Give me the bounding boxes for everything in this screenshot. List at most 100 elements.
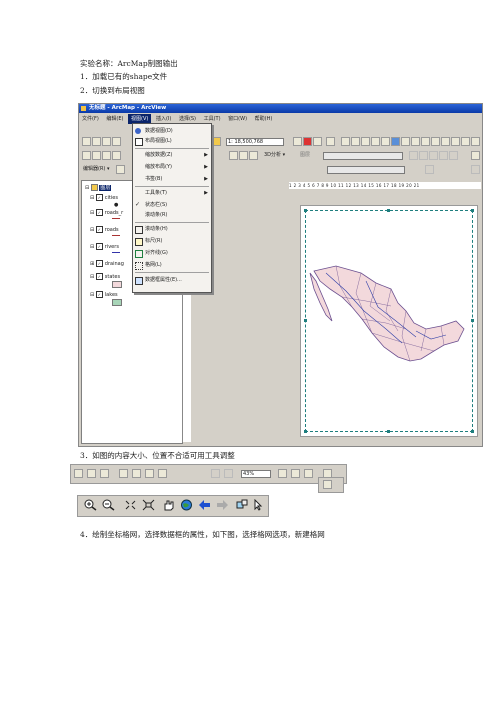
fixed-zoom-out-icon[interactable] <box>371 137 380 146</box>
layer-dropdown[interactable] <box>323 152 403 160</box>
menu-item-scroll[interactable]: 滚动条(H) <box>133 224 211 234</box>
menu-item-guides[interactable]: 对齐线(G) <box>133 248 211 258</box>
select-elements-icon[interactable] <box>431 137 440 146</box>
nav-next-icon[interactable] <box>471 165 480 174</box>
menu-item-layout-view[interactable]: 布局视图(L) <box>133 136 211 146</box>
layer-lakes[interactable]: ⊟ ✓ lakes <box>90 291 118 298</box>
zoom-percent-combo[interactable]: 43% <box>241 470 271 478</box>
sketch-tool-icon[interactable] <box>116 165 125 174</box>
checkbox-icon[interactable]: ✓ <box>95 291 103 298</box>
data-frame[interactable] <box>304 209 474 433</box>
layout-zoom-in-icon[interactable] <box>74 469 83 478</box>
georef-icon-4[interactable] <box>439 151 448 160</box>
menu-item-toolbars[interactable]: 工具条(T) ▶ <box>133 188 211 198</box>
forward-arrow-icon[interactable] <box>216 499 229 511</box>
zoom-in-icon[interactable] <box>84 499 97 511</box>
zoom-100-icon[interactable] <box>132 469 141 478</box>
spatial-analyst-dropdown[interactable]: 3D分析 ▾ <box>263 152 295 160</box>
pointer-arrow-icon[interactable] <box>252 499 265 511</box>
forward-icon[interactable] <box>411 137 420 146</box>
back-extent-icon[interactable] <box>211 469 220 478</box>
draft-mode-icon[interactable] <box>278 469 287 478</box>
menu-item-bookmarks[interactable]: 书签(B) ▶ <box>133 174 211 184</box>
nav-first-icon[interactable] <box>425 165 434 174</box>
menu-file[interactable]: 文件(F) <box>79 114 102 124</box>
menu-item-grid[interactable]: 格网(L) <box>133 260 211 270</box>
forward-extent-icon[interactable] <box>224 469 233 478</box>
layout-page-icon[interactable] <box>239 151 248 160</box>
identify-icon[interactable] <box>441 137 450 146</box>
menu-window[interactable]: 窗口(W) <box>225 114 250 124</box>
scale-combo[interactable]: 1: 18,500,768 <box>226 138 284 146</box>
fixed-zoom-in-icon[interactable] <box>145 469 154 478</box>
select-elements-icon[interactable] <box>236 499 249 511</box>
pointer-icon[interactable] <box>471 137 480 146</box>
arctoolbox-icon[interactable] <box>303 137 312 146</box>
grid-tool-icon[interactable] <box>323 480 332 489</box>
focus-frame-icon[interactable] <box>291 469 300 478</box>
menu-item-data-view[interactable]: 数据视图(D) <box>133 126 211 136</box>
measure-icon[interactable] <box>461 137 470 146</box>
full-extent-icon[interactable] <box>180 499 193 511</box>
menu-item-rulers[interactable]: 标尺(R) <box>133 236 211 246</box>
layer-cities[interactable]: ⊟ ✓ cities <box>90 194 118 201</box>
menu-item-zoom-layout[interactable]: 缩放布局(Y) ▶ <box>133 162 211 172</box>
find-icon[interactable] <box>451 137 460 146</box>
back-icon[interactable] <box>401 137 410 146</box>
zoom-in-icon[interactable] <box>341 137 350 146</box>
fixed-zoom-in-icon[interactable] <box>124 499 137 511</box>
layer-states[interactable]: ⊟ ✓ states <box>90 273 120 280</box>
layout-grid-icon[interactable] <box>229 151 238 160</box>
change-layout-icon[interactable] <box>304 469 313 478</box>
checkbox-icon[interactable]: ✓ <box>95 273 103 280</box>
menu-item-data-frame-properties[interactable]: 数据框属性(E)... <box>133 275 211 285</box>
arccatalog-icon[interactable] <box>313 137 322 146</box>
checkbox-icon[interactable]: ✓ <box>95 243 103 250</box>
zoom-out-icon[interactable] <box>351 137 360 146</box>
checkbox-icon[interactable]: ✓ <box>95 194 103 201</box>
add-data-icon[interactable] <box>212 137 221 146</box>
menu-item-scrollbars[interactable]: 滚动条(R) <box>133 210 211 220</box>
checkbox-icon[interactable]: ✓ <box>95 260 103 267</box>
zoom-whole-page-icon[interactable] <box>119 469 128 478</box>
georef-icon-3[interactable] <box>429 151 438 160</box>
layout-zoom-in-icon[interactable] <box>82 151 91 160</box>
layout-zoom-out-icon[interactable] <box>87 469 96 478</box>
help-icon[interactable] <box>326 137 335 146</box>
pan-icon[interactable] <box>381 137 390 146</box>
layout-zoom-out-icon[interactable] <box>92 151 101 160</box>
layer-drainage[interactable]: ⊞ ✓ drainag <box>90 260 124 267</box>
layout-zoom-whole-icon[interactable] <box>112 151 121 160</box>
editor-toolbar-icon[interactable] <box>293 137 302 146</box>
menu-item-status-bar[interactable]: ✓ 状态栏(S) <box>133 200 211 210</box>
layout-print-icon[interactable] <box>249 151 258 160</box>
checkbox-icon[interactable]: ✓ <box>95 226 103 233</box>
layout-pan-icon[interactable] <box>102 151 111 160</box>
collapse-icon[interactable]: ⊟ <box>85 185 89 191</box>
target-dropdown[interactable] <box>327 166 405 174</box>
new-icon[interactable] <box>82 137 91 146</box>
checkbox-icon[interactable]: ✓ <box>95 209 103 216</box>
pan-icon[interactable] <box>162 499 175 511</box>
fixed-zoom-out-icon[interactable] <box>142 499 155 511</box>
back-arrow-icon[interactable] <box>198 499 211 511</box>
menu-item-zoom-data[interactable]: 缩放数据(Z) ▶ <box>133 150 211 160</box>
georef-icon-6[interactable] <box>471 151 480 160</box>
layer-roads[interactable]: ⊟ ✓ roads <box>90 226 119 233</box>
menu-edit[interactable]: 编辑(E) <box>103 114 126 124</box>
print-icon[interactable] <box>112 137 121 146</box>
zoom-out-icon[interactable] <box>102 499 115 511</box>
georef-icon-5[interactable] <box>449 151 458 160</box>
full-extent-icon[interactable] <box>391 137 400 146</box>
layout-pan-icon[interactable] <box>100 469 109 478</box>
georef-icon-1[interactable] <box>409 151 418 160</box>
editor-dropdown[interactable]: 编辑器(R) ▾ <box>82 166 112 174</box>
georef-icon-2[interactable] <box>419 151 428 160</box>
open-icon[interactable] <box>92 137 101 146</box>
fixed-zoom-in-icon[interactable] <box>361 137 370 146</box>
select-features-icon[interactable] <box>421 137 430 146</box>
menu-help[interactable]: 帮助(H) <box>252 114 276 124</box>
layer-roads-r[interactable]: ⊟ ✓ roads_r <box>90 209 123 216</box>
save-icon[interactable] <box>102 137 111 146</box>
fixed-zoom-out-icon[interactable] <box>158 469 167 478</box>
